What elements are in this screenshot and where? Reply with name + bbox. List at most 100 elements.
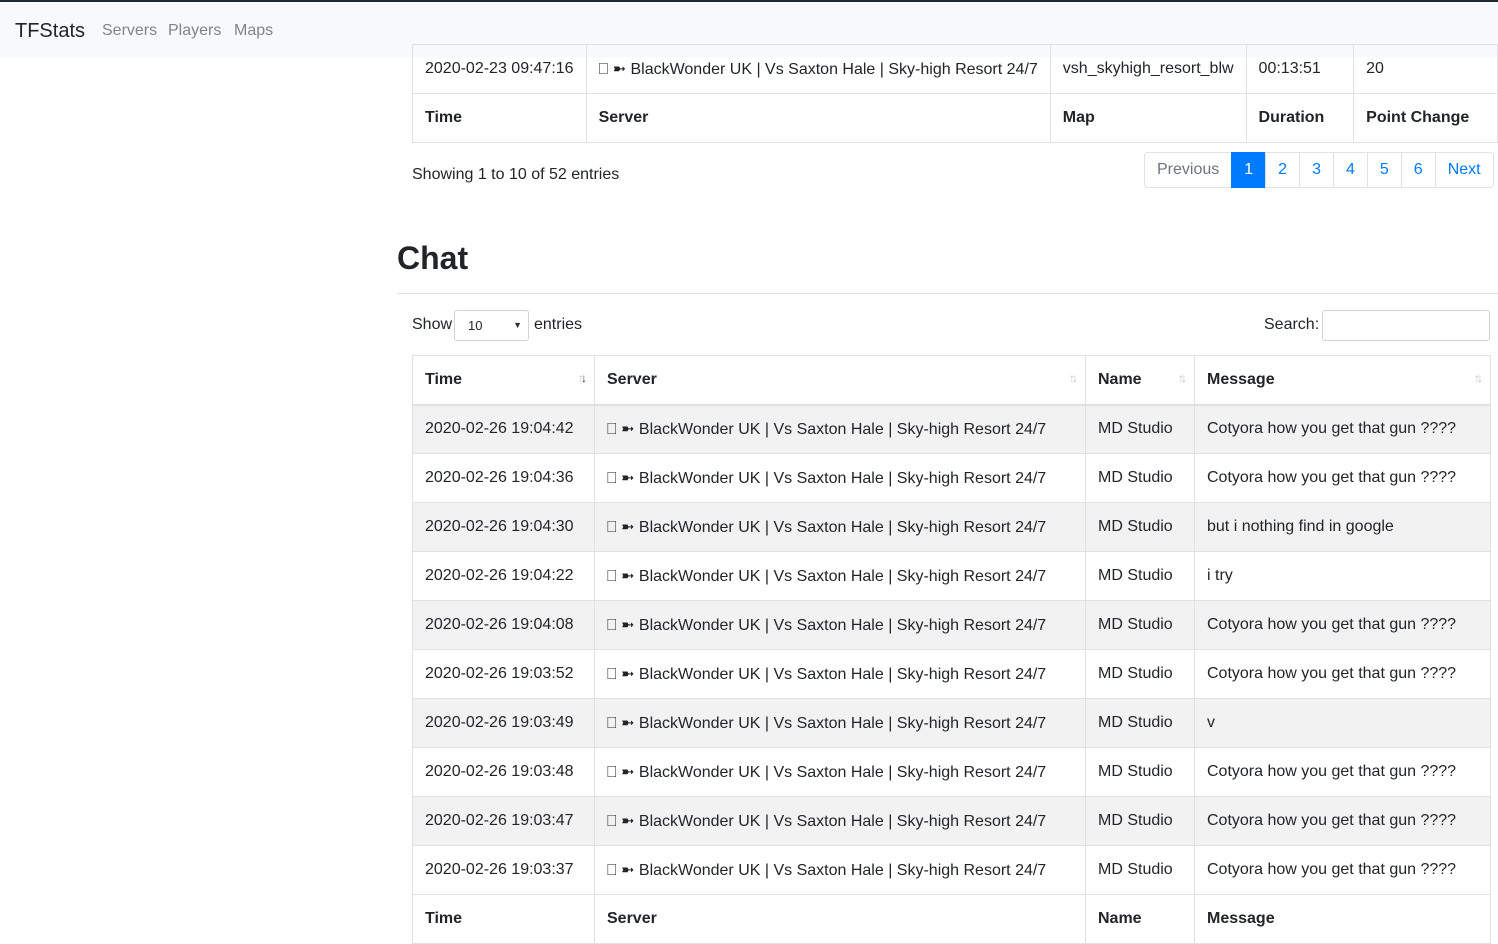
table-row: 2020-02-26 19:03:52 ⎕ ➼ BlackWonder UK | …	[412, 649, 1491, 699]
cell-time: 2020-02-26 19:04:22	[412, 551, 595, 601]
cell-time: 2020-02-23 09:47:16	[412, 44, 587, 94]
cell-time: 2020-02-26 19:04:30	[412, 502, 595, 552]
footer-time: Time	[412, 894, 595, 944]
cell-name[interactable]: MD Studio	[1085, 649, 1195, 699]
pagination-page-4[interactable]: 4	[1332, 152, 1368, 188]
table-header-row: Time ↑↓ Server ↑↓ Name ↑↓ Message ↑↓	[412, 355, 1491, 406]
cell-message: Cotyora how you get that gun ????	[1194, 649, 1491, 699]
pagination-previous[interactable]: Previous	[1144, 152, 1233, 188]
nav-link-players[interactable]: Players	[168, 22, 221, 40]
table-footer-row: Time Server Map Duration Point Change	[412, 93, 1498, 143]
cell-server[interactable]: ⎕ ➼ BlackWonder UK | Vs Saxton Hale | Sk…	[594, 649, 1086, 699]
nav-link-servers[interactable]: Servers	[102, 22, 157, 40]
footer-message: Message	[1194, 894, 1491, 944]
sort-desc-icon: ↑↓	[578, 371, 587, 385]
cell-duration: 00:13:51	[1245, 44, 1355, 94]
cell-message: Cotyora how you get that gun ????	[1194, 845, 1491, 895]
cell-message: but i nothing find in google	[1194, 502, 1491, 552]
cell-message: Cotyora how you get that gun ????	[1194, 600, 1491, 650]
cell-time: 2020-02-26 19:04:08	[412, 600, 595, 650]
cell-points: 20	[1353, 44, 1498, 94]
header-message[interactable]: Message ↑↓	[1194, 355, 1491, 406]
table-row: 2020-02-23 09:47:16 ⎕ ➼ BlackWonder UK |…	[412, 44, 1498, 94]
cell-message: Cotyora how you get that gun ????	[1194, 453, 1491, 503]
cell-time: 2020-02-26 19:03:48	[412, 747, 595, 797]
cell-message: v	[1194, 698, 1491, 748]
pagination-page-6[interactable]: 6	[1400, 152, 1436, 188]
table-row: 2020-02-26 19:03:37 ⎕ ➼ BlackWonder UK | …	[412, 845, 1491, 895]
cell-time: 2020-02-26 19:03:49	[412, 698, 595, 748]
cell-name[interactable]: MD Studio	[1085, 845, 1195, 895]
header-server[interactable]: Server ↑↓	[594, 355, 1086, 406]
cell-server[interactable]: ⎕ ➼ BlackWonder UK | Vs Saxton Hale | Sk…	[594, 747, 1086, 797]
footer-points: Point Change	[1353, 93, 1498, 143]
pagination-next[interactable]: Next	[1434, 152, 1494, 188]
cell-message: Cotyora how you get that gun ????	[1194, 404, 1491, 454]
chat-table: Time ↑↓ Server ↑↓ Name ↑↓ Message ↑↓ 2020-02…	[412, 355, 1491, 944]
entries-length-value: 10	[468, 318, 483, 333]
footer-server: Server	[594, 894, 1086, 944]
cell-name[interactable]: MD Studio	[1085, 453, 1195, 503]
brand-link[interactable]: TFStats	[15, 20, 85, 43]
length-entries-label: entries	[534, 316, 583, 333]
cell-name[interactable]: MD Studio	[1085, 747, 1195, 797]
cell-time: 2020-02-26 19:04:36	[412, 453, 595, 503]
cell-server[interactable]: ⎕ ➼ BlackWonder UK | Vs Saxton Hale | Sk…	[594, 453, 1086, 503]
cell-message: Cotyora how you get that gun ????	[1194, 747, 1491, 797]
cell-time: 2020-02-26 19:03:52	[412, 649, 595, 699]
header-name-label: Name	[1098, 370, 1142, 388]
cell-server[interactable]: ⎕ ➼ BlackWonder UK | Vs Saxton Hale | Sk…	[594, 600, 1086, 650]
entries-length-select[interactable]: 10 ▼	[454, 310, 529, 341]
cell-message: Cotyora how you get that gun ????	[1194, 796, 1491, 846]
length-show-label: Show	[412, 316, 453, 333]
table-footer-row: Time Server Name Message	[412, 894, 1491, 944]
footer-server: Server	[585, 93, 1051, 143]
cell-name[interactable]: MD Studio	[1085, 404, 1195, 454]
table-row: 2020-02-26 19:04:36 ⎕ ➼ BlackWonder UK | …	[412, 453, 1491, 503]
cell-server[interactable]: ⎕ ➼ BlackWonder UK | Vs Saxton Hale | Sk…	[594, 845, 1086, 895]
games-table-info: Showing 1 to 10 of 52 entries	[412, 166, 620, 183]
cell-message: i try	[1194, 551, 1491, 601]
nav-link-maps[interactable]: Maps	[234, 22, 273, 40]
search-label: Search:	[1264, 316, 1320, 333]
cell-server[interactable]: ⎕ ➼ BlackWonder UK | Vs Saxton Hale | Sk…	[585, 44, 1051, 94]
cell-server[interactable]: ⎕ ➼ BlackWonder UK | Vs Saxton Hale | Sk…	[594, 551, 1086, 601]
chevron-down-icon: ▼	[513, 320, 522, 330]
divider	[397, 293, 1498, 294]
table-row: 2020-02-26 19:03:48 ⎕ ➼ BlackWonder UK | …	[412, 747, 1491, 797]
table-row: 2020-02-26 19:04:42 ⎕ ➼ BlackWonder UK | …	[412, 404, 1491, 454]
cell-time: 2020-02-26 19:03:47	[412, 796, 595, 846]
table-row: 2020-02-26 19:04:30 ⎕ ➼ BlackWonder UK | …	[412, 502, 1491, 552]
cell-server[interactable]: ⎕ ➼ BlackWonder UK | Vs Saxton Hale | Sk…	[594, 796, 1086, 846]
table-row: 2020-02-26 19:03:49 ⎕ ➼ BlackWonder UK | …	[412, 698, 1491, 748]
table-row: 2020-02-26 19:04:22 ⎕ ➼ BlackWonder UK | …	[412, 551, 1491, 601]
cell-name[interactable]: MD Studio	[1085, 698, 1195, 748]
table-row: 2020-02-26 19:03:47 ⎕ ➼ BlackWonder UK | …	[412, 796, 1491, 846]
footer-name: Name	[1085, 894, 1195, 944]
sort-icon: ↑↓	[1178, 371, 1187, 385]
pagination: Previous 1 2 3 4 5 6 Next	[1144, 152, 1494, 188]
header-server-label: Server	[607, 370, 657, 388]
pagination-page-2[interactable]: 2	[1265, 152, 1301, 188]
cell-server[interactable]: ⎕ ➼ BlackWonder UK | Vs Saxton Hale | Sk…	[594, 698, 1086, 748]
cell-name[interactable]: MD Studio	[1085, 796, 1195, 846]
footer-time: Time	[412, 93, 587, 143]
cell-name[interactable]: MD Studio	[1085, 600, 1195, 650]
header-time[interactable]: Time ↑↓	[412, 355, 595, 406]
header-name[interactable]: Name ↑↓	[1085, 355, 1195, 406]
sort-icon: ↑↓	[1069, 371, 1078, 385]
cell-name[interactable]: MD Studio	[1085, 502, 1195, 552]
cell-server[interactable]: ⎕ ➼ BlackWonder UK | Vs Saxton Hale | Sk…	[594, 404, 1086, 454]
cell-name[interactable]: MD Studio	[1085, 551, 1195, 601]
cell-server[interactable]: ⎕ ➼ BlackWonder UK | Vs Saxton Hale | Sk…	[594, 502, 1086, 552]
cell-time: 2020-02-26 19:03:37	[412, 845, 595, 895]
search-input[interactable]	[1322, 310, 1490, 341]
pagination-page-3[interactable]: 3	[1299, 152, 1334, 188]
cell-map[interactable]: vsh_skyhigh_resort_blw	[1049, 44, 1247, 94]
footer-map: Map	[1049, 93, 1247, 143]
footer-duration: Duration	[1245, 93, 1355, 143]
cell-time: 2020-02-26 19:04:42	[412, 404, 595, 454]
pagination-page-5[interactable]: 5	[1366, 152, 1402, 188]
sort-icon: ↑↓	[1474, 371, 1483, 385]
pagination-page-1[interactable]: 1	[1231, 152, 1267, 188]
